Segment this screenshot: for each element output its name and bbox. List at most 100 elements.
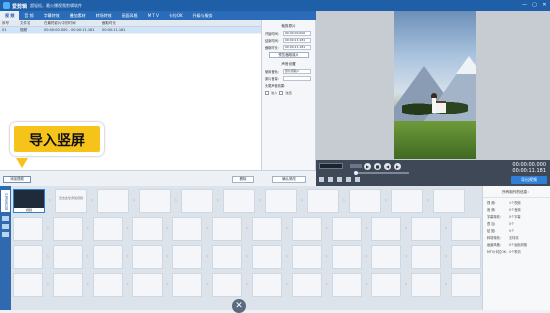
added-clips-tab[interactable]: 已添加片段 [1, 190, 10, 212]
arrow-icon: › [405, 281, 408, 288]
confirm-button[interactable]: 确认修改 [272, 176, 306, 183]
tab-overlay[interactable]: 叠加素材 [65, 11, 91, 20]
start-time-input[interactable]: 00:00:00.000 [283, 31, 311, 36]
empty-slot[interactable] [251, 273, 282, 297]
empty-slot[interactable] [212, 245, 243, 269]
empty-slot[interactable] [450, 217, 481, 241]
settings-icon[interactable] [346, 177, 351, 182]
empty-slot[interactable] [132, 217, 163, 241]
headtail-label: 头尾声音效果: [265, 84, 286, 88]
share-icon[interactable] [355, 177, 360, 182]
empty-slot[interactable] [411, 273, 442, 297]
add-video-button[interactable]: 添加视频 [3, 176, 31, 183]
arrow-icon: › [258, 197, 262, 204]
snapshot-icon[interactable] [328, 177, 333, 182]
minimize-button[interactable]: — [521, 2, 528, 9]
play-icon[interactable]: ▶ [364, 163, 371, 170]
empty-slot[interactable] [391, 189, 423, 213]
empty-slot[interactable] [132, 245, 163, 269]
empty-slot[interactable] [371, 245, 402, 269]
empty-slot[interactable]: 双击此处添加视频 [55, 189, 87, 213]
fit-icon[interactable] [2, 232, 9, 237]
zoom-out-icon[interactable] [2, 224, 9, 229]
empty-slot[interactable] [349, 189, 381, 213]
empty-slot[interactable] [371, 273, 402, 297]
tab-picture-style[interactable]: 画面风格 [117, 11, 143, 20]
empty-slot[interactable] [450, 273, 481, 297]
empty-slot[interactable] [371, 217, 402, 241]
arrow-icon: › [90, 197, 94, 204]
end-time-input[interactable]: 00:00:11.181 [283, 38, 311, 43]
empty-slot[interactable] [52, 217, 83, 241]
empty-slot[interactable] [52, 273, 83, 297]
next-frame-icon[interactable]: ▶ [394, 163, 401, 170]
delete-button[interactable]: 删除 [232, 176, 254, 183]
empty-slot[interactable] [172, 245, 203, 269]
empty-slot[interactable] [13, 245, 44, 269]
save-icon[interactable] [337, 177, 342, 182]
progress-slider[interactable] [354, 171, 409, 175]
empty-slot[interactable] [223, 189, 255, 213]
fullscreen-icon[interactable] [319, 177, 324, 182]
fadein-checkbox[interactable] [265, 90, 269, 95]
arrow-icon: › [342, 197, 346, 204]
tab-mtv[interactable]: M T V [143, 11, 164, 20]
info-value: 1个视频 [509, 201, 521, 205]
empty-slot[interactable] [331, 273, 362, 297]
empty-slot[interactable] [212, 273, 243, 297]
tab-video[interactable]: 视 频 [0, 11, 20, 20]
empty-slot[interactable] [411, 217, 442, 241]
empty-slot[interactable] [291, 273, 322, 297]
fadeout-checkbox[interactable] [279, 90, 284, 95]
empty-slot[interactable] [433, 189, 465, 213]
empty-slot[interactable] [139, 189, 171, 213]
empty-slot[interactable] [251, 217, 282, 241]
empty-slot[interactable] [291, 217, 322, 241]
empty-slot[interactable] [331, 245, 362, 269]
empty-slot[interactable] [307, 189, 339, 213]
clip-timeline: 已添加片段 视频 › 双击此处添加视频 › › › › › › › › › › … [0, 186, 482, 310]
empty-slot[interactable] [331, 217, 362, 241]
empty-slot[interactable] [13, 217, 44, 241]
table-row[interactable]: 01 视频 00:00:00.000 - 00:00:11.181 00:00:… [0, 27, 261, 34]
arrow-icon: › [174, 197, 178, 204]
preview-trim-button[interactable]: 预览/截取原片 [268, 52, 309, 58]
empty-slot[interactable] [52, 245, 83, 269]
export-button[interactable]: 导出视频 [511, 176, 547, 184]
stop-icon[interactable]: ■ [374, 163, 381, 170]
tab-transitions[interactable]: 转场特效 [91, 11, 117, 20]
empty-slot[interactable] [291, 245, 322, 269]
app-logo-icon [3, 2, 10, 9]
empty-slot[interactable] [92, 217, 123, 241]
tab-subtitles[interactable]: 字幕特效 [39, 11, 65, 20]
timeline-row: › › › › › › › › › › › [13, 273, 481, 299]
arrow-icon: › [126, 253, 129, 260]
volume-slider[interactable] [283, 76, 311, 81]
tab-audio[interactable]: 音 频 [19, 11, 38, 20]
empty-slot[interactable] [411, 245, 442, 269]
empty-slot[interactable] [265, 189, 297, 213]
progress-knob[interactable] [354, 171, 358, 175]
maximize-button[interactable]: ▢ [531, 2, 538, 9]
empty-slot[interactable] [132, 273, 163, 297]
tab-upgrade[interactable]: 升级与服务 [188, 11, 218, 20]
zoom-in-icon[interactable] [2, 216, 9, 221]
volume-icon[interactable] [350, 164, 362, 168]
empty-slot[interactable] [92, 245, 123, 269]
close-button[interactable]: ✕ [541, 2, 548, 9]
empty-slot[interactable] [181, 189, 213, 213]
empty-slot[interactable] [172, 217, 203, 241]
empty-slot[interactable] [97, 189, 129, 213]
empty-slot[interactable] [251, 245, 282, 269]
empty-slot[interactable] [212, 217, 243, 241]
empty-slot[interactable] [172, 273, 203, 297]
empty-slot[interactable] [13, 273, 44, 297]
empty-slot[interactable] [92, 273, 123, 297]
prev-frame-icon[interactable]: ◀ [384, 163, 391, 170]
duration-input[interactable]: 00:00:11.181 [283, 45, 311, 50]
audio-track-select[interactable]: 原片音轨1 [283, 69, 311, 74]
tab-karaoke[interactable]: 卡拉OK [164, 11, 188, 20]
delete-clip-icon[interactable]: ✕ [232, 299, 246, 313]
clip-thumbnail[interactable]: 视频 [13, 189, 45, 213]
empty-slot[interactable] [450, 245, 481, 269]
